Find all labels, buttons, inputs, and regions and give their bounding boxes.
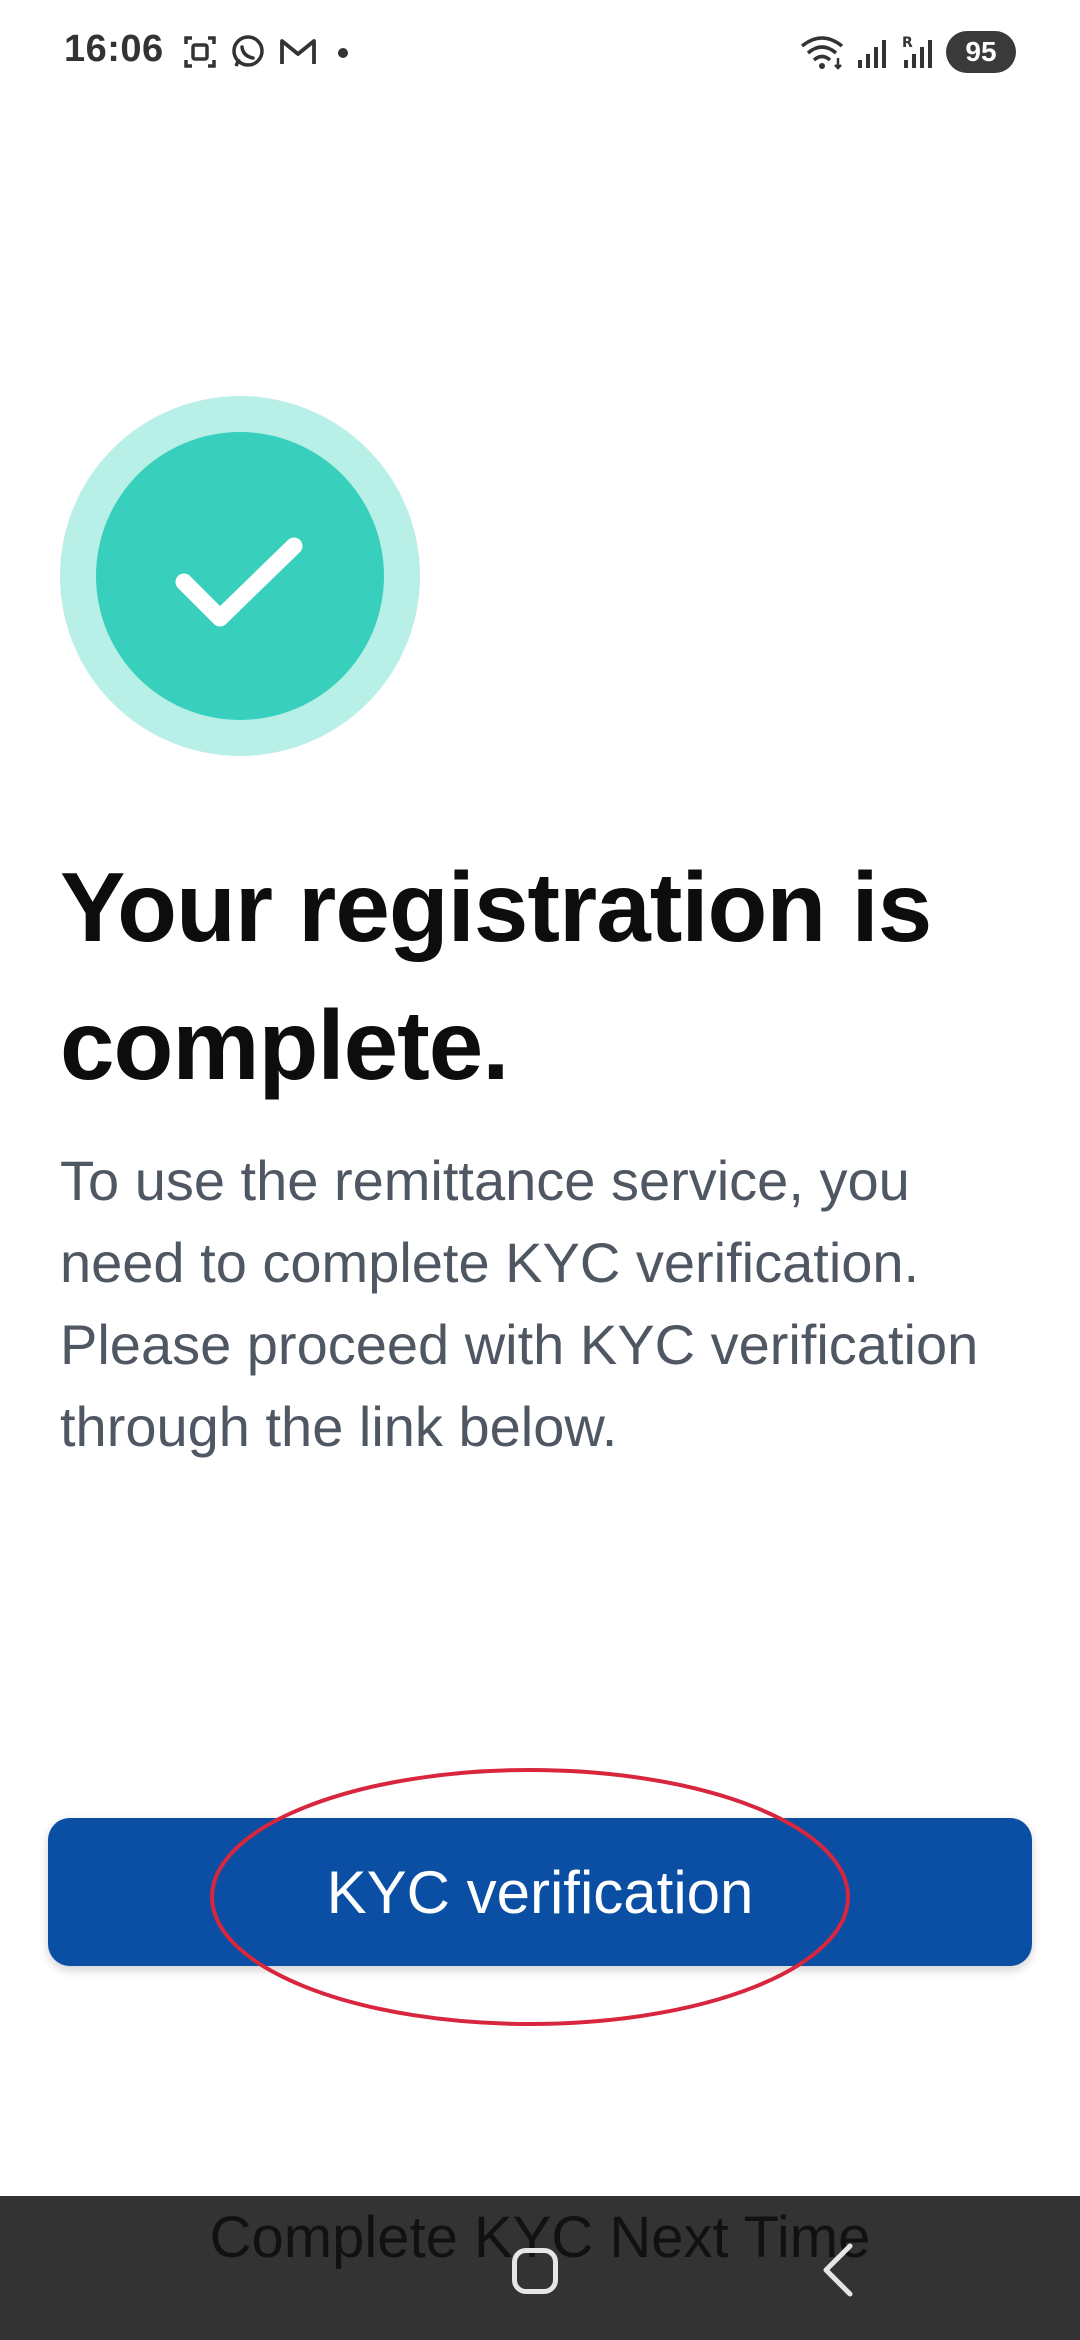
battery-indicator: 95 — [946, 31, 1016, 73]
roaming-signal-icon: R — [902, 35, 932, 68]
status-bar: 16:06 R 95 — [0, 0, 1080, 104]
notification-dot-icon — [338, 48, 348, 58]
back-icon[interactable] — [818, 2242, 858, 2298]
wifi-icon — [800, 36, 844, 70]
check-circle-icon — [60, 396, 420, 756]
system-icons: R 95 — [798, 28, 1016, 76]
gmail-icon — [280, 39, 316, 64]
home-icon[interactable] — [512, 2248, 558, 2294]
svg-text:R: R — [902, 35, 913, 51]
navigation-bar: Complete KYC Next Time — [0, 2196, 1080, 2340]
registration-complete-screen: 16:06 R 95 Your registration is complete… — [0, 0, 1080, 2340]
kyc-description: To use the remittance service, you need … — [60, 1149, 979, 1458]
status-time: 16:06 — [64, 28, 164, 70]
signal-icon — [858, 40, 886, 68]
screenshot-icon — [184, 36, 216, 68]
page-title: Your registration is complete. — [60, 852, 932, 1100]
kyc-verification-button[interactable]: KYC verification — [48, 1818, 1032, 1966]
notification-icons — [180, 30, 358, 74]
whatsapp-icon — [232, 35, 264, 67]
kyc-verification-label: KYC verification — [326, 1858, 754, 1926]
